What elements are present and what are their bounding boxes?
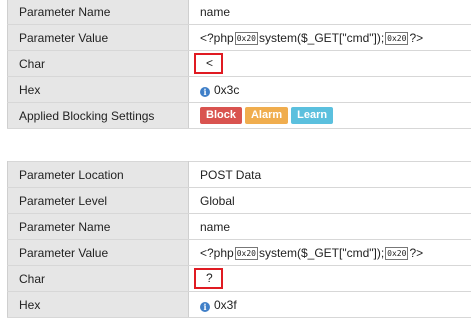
row-label: Hex xyxy=(8,77,189,103)
table-row: Parameter Value <?php0x20system($_GET["c… xyxy=(8,240,471,266)
table-row: Parameter Level Global xyxy=(8,188,471,214)
value-part: <?php xyxy=(200,31,234,45)
hex-code-box: 0x20 xyxy=(385,247,408,260)
row-label: Char xyxy=(8,51,189,77)
highlight-box: ? xyxy=(194,268,223,289)
hex-code-box: 0x20 xyxy=(235,247,258,260)
hex-value: 0x3f xyxy=(214,298,237,312)
learn-badge: Learn xyxy=(291,107,333,124)
parameter-name-value: name xyxy=(189,214,471,240)
table-row: Applied Blocking Settings BlockAlarmLear… xyxy=(8,103,471,129)
hex-code-box: 0x20 xyxy=(235,32,258,45)
table-row: Parameter Name name xyxy=(8,214,471,240)
char-cell: ? xyxy=(189,266,471,292)
parameter-name-value: name xyxy=(189,0,471,25)
hex-cell: i 0x3c xyxy=(189,77,471,103)
value-part: system($_GET["cmd"]); xyxy=(259,246,384,260)
row-label: Parameter Name xyxy=(8,0,189,25)
hex-value: 0x3c xyxy=(214,83,239,97)
char-cell: < xyxy=(189,51,471,77)
row-label: Parameter Value xyxy=(8,240,189,266)
parameter-value-cell: <?php0x20system($_GET["cmd"]);0x20?> xyxy=(189,240,471,266)
parameter-level-value: Global xyxy=(189,188,471,214)
violation-details-table-1: Parameter Name name Parameter Value <?ph… xyxy=(7,0,471,129)
highlight-box: < xyxy=(194,53,223,74)
value-part: system($_GET["cmd"]); xyxy=(259,31,384,45)
row-label: Char xyxy=(8,266,189,292)
value-part: ?> xyxy=(409,246,423,260)
row-label: Parameter Level xyxy=(8,188,189,214)
hex-code-box: 0x20 xyxy=(385,32,408,45)
table-row: Parameter Name name xyxy=(8,0,471,25)
row-label: Parameter Name xyxy=(8,214,189,240)
table-row: Parameter Value <?php0x20system($_GET["c… xyxy=(8,25,471,51)
value-part: ?> xyxy=(409,31,423,45)
info-icon[interactable]: i xyxy=(200,87,210,97)
blocking-settings-cell: BlockAlarmLearn xyxy=(189,103,471,129)
alarm-badge: Alarm xyxy=(245,107,288,124)
row-label: Parameter Location xyxy=(8,162,189,188)
table-row: Parameter Location POST Data xyxy=(8,162,471,188)
block-badge: Block xyxy=(200,107,242,124)
parameter-location-value: POST Data xyxy=(189,162,471,188)
row-label: Hex xyxy=(8,292,189,318)
row-label: Applied Blocking Settings xyxy=(8,103,189,129)
row-label: Parameter Value xyxy=(8,25,189,51)
table-row: Char < xyxy=(8,51,471,77)
table-row: Char ? xyxy=(8,266,471,292)
table-row: Hex i 0x3c xyxy=(8,77,471,103)
violation-details-table-2: Parameter Location POST Data Parameter L… xyxy=(7,161,471,318)
value-part: <?php xyxy=(200,246,234,260)
info-icon[interactable]: i xyxy=(200,302,210,312)
parameter-value-cell: <?php0x20system($_GET["cmd"]);0x20?> xyxy=(189,25,471,51)
hex-cell: i 0x3f xyxy=(189,292,471,318)
table-row: Hex i 0x3f xyxy=(8,292,471,318)
